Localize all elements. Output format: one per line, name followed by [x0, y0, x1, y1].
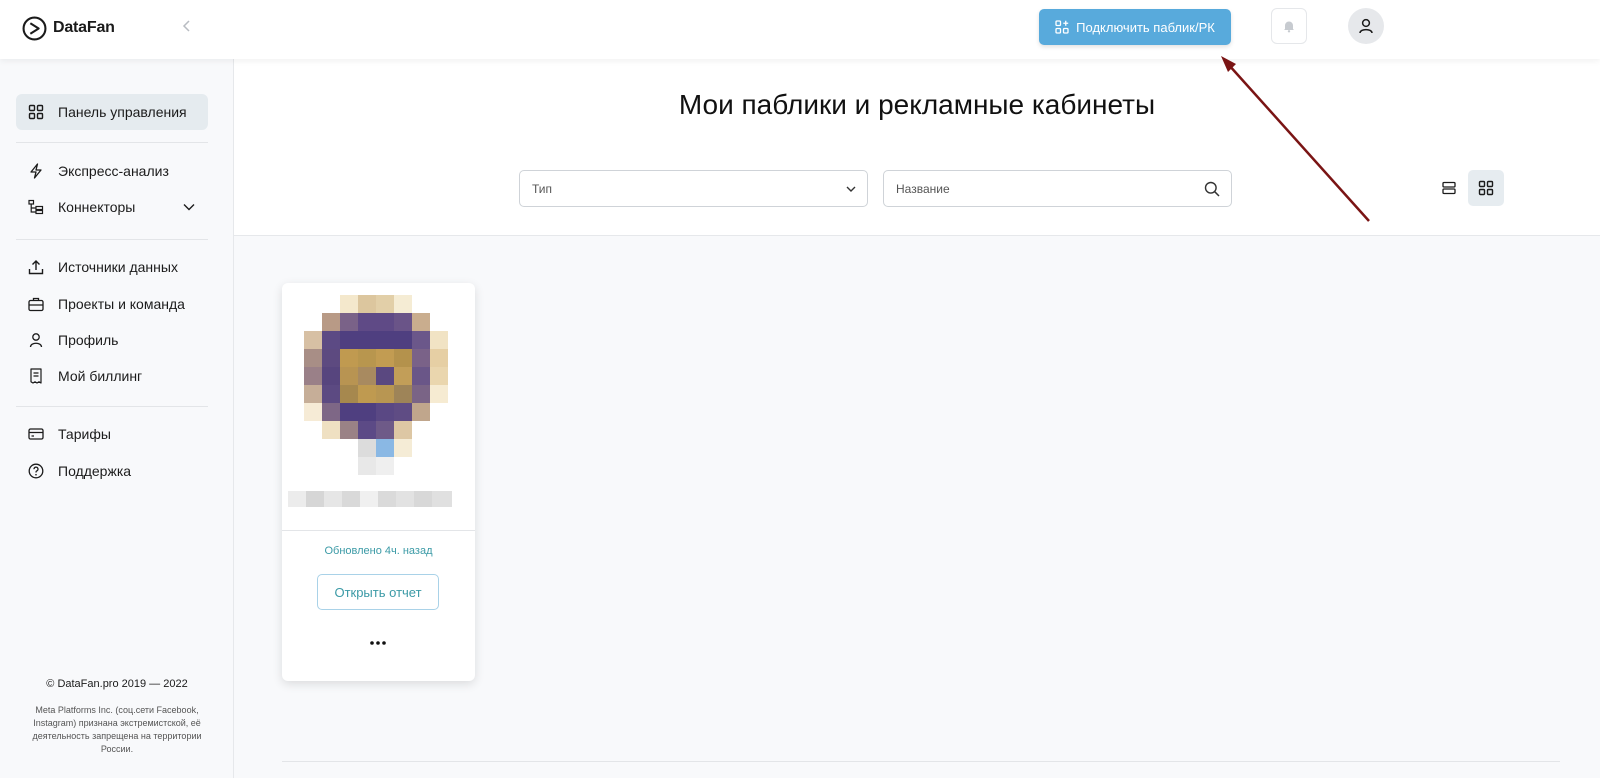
sidebar-item-label: Профиль [58, 332, 119, 348]
search-icon[interactable] [1204, 181, 1220, 197]
sidebar-item-dashboard[interactable]: Панель управления [16, 94, 208, 130]
sidebar-item-projects[interactable]: Проекты и команда [16, 286, 208, 322]
dashboard-grid-icon [28, 104, 44, 120]
user-avatar-button[interactable] [1348, 8, 1384, 44]
notifications-button[interactable] [1271, 8, 1307, 44]
sidebar-item-label: Источники данных [58, 259, 178, 275]
receipt-icon [30, 368, 42, 384]
logo-text: DataFan [53, 19, 115, 36]
updated-status: Обновлено 4ч. назад [324, 545, 433, 557]
card-divider [282, 530, 475, 531]
list-view-icon [1442, 181, 1456, 195]
collapse-sidebar-button[interactable] [176, 15, 198, 37]
user-icon [29, 333, 43, 348]
logo[interactable]: DataFan [22, 14, 115, 42]
sidebar-item-profile[interactable]: Профиль [16, 322, 208, 358]
sidebar-item-connectors[interactable]: Коннекторы [16, 189, 208, 225]
sidebar: Панель управления Экспресс-анализ Коннек… [0, 59, 234, 778]
connectors-tree-icon [28, 199, 44, 215]
sidebar-item-label: Мой биллинг [58, 368, 143, 384]
grid-view-button[interactable] [1468, 170, 1504, 206]
credit-card-icon [28, 428, 44, 440]
content-bottom-divider [282, 761, 1560, 762]
connect-public-button[interactable]: Подключить паблик/РК [1039, 9, 1231, 45]
grid-view-icon [1478, 180, 1494, 196]
sidebar-item-label: Поддержка [58, 463, 132, 479]
bell-icon [1284, 21, 1294, 33]
connect-public-label: Подключить паблик/РК [1076, 19, 1215, 35]
chevron-down-icon [183, 204, 195, 211]
sidebar-item-label: Экспресс-анализ [58, 163, 169, 179]
sidebar-divider [16, 406, 208, 407]
meta-disclaimer: Meta Platforms Inc. (соц.сети Facebook, … [32, 705, 202, 754]
list-view-button[interactable] [1431, 170, 1467, 206]
sidebar-item-label: Панель управления [58, 104, 187, 120]
apps-add-icon [1055, 20, 1069, 34]
sidebar-divider [16, 239, 208, 240]
page-title: Мои паблики и рекламные кабинеты [678, 89, 1156, 120]
name-search-input[interactable] [884, 171, 1184, 206]
sidebar-item-tariffs[interactable]: Тарифы [16, 416, 208, 452]
type-filter-select[interactable]: Тип [519, 170, 868, 207]
public-avatar-image [288, 295, 452, 507]
briefcase-icon [28, 297, 44, 312]
type-filter-placeholder: Тип [532, 181, 553, 196]
sidebar-item-billing[interactable]: Мой биллинг [16, 358, 208, 394]
help-circle-icon [28, 463, 44, 479]
sidebar-item-label: Коннекторы [58, 199, 136, 215]
main-header-panel [234, 59, 1600, 236]
copyright: © DataFan.pro 2019 — 2022 [46, 678, 188, 690]
open-report-button[interactable]: Открыть отчет [317, 574, 439, 610]
sidebar-item-express-analysis[interactable]: Экспресс-анализ [16, 153, 208, 189]
name-search-field [883, 170, 1232, 207]
chevron-down-icon [846, 186, 856, 192]
datafan-logo-icon [22, 16, 47, 40]
more-dots-icon [370, 641, 386, 645]
sidebar-item-label: Тарифы [58, 426, 111, 442]
sidebar-item-data-sources[interactable]: Источники данных [16, 249, 208, 285]
more-options-button[interactable] [362, 633, 394, 653]
sidebar-item-support[interactable]: Поддержка [16, 453, 208, 489]
sidebar-item-label: Проекты и команда [58, 296, 185, 312]
user-icon [1359, 18, 1373, 34]
chevron-left-icon [182, 20, 190, 32]
upload-icon [28, 260, 44, 275]
lightning-icon [30, 163, 42, 179]
top-bar: DataFan Подключить паблик/РК [0, 0, 1600, 59]
sidebar-divider [16, 142, 208, 143]
public-card: Обновлено 4ч. назад Открыть отчет [282, 283, 475, 681]
